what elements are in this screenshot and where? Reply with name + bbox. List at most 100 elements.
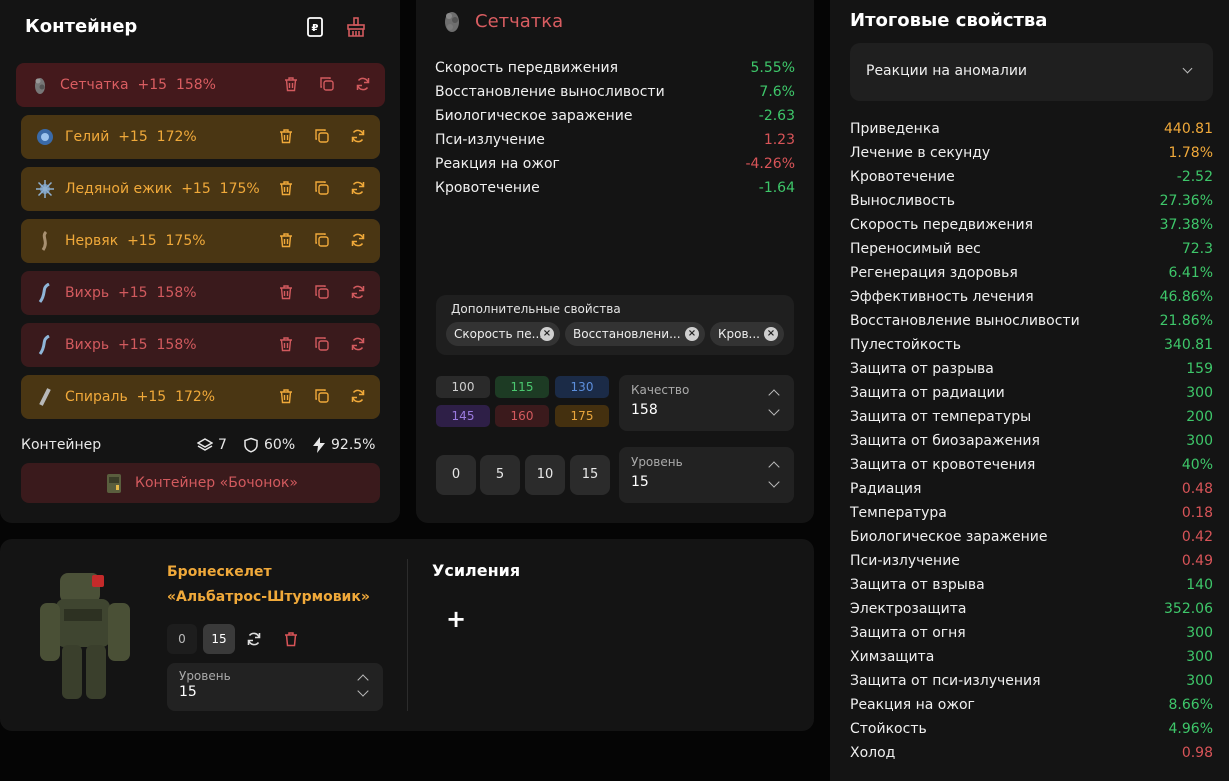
refresh-icon[interactable] (246, 631, 262, 651)
property-chip[interactable]: Скорость пе... × (446, 322, 560, 346)
chevron-up-icon[interactable] (768, 389, 780, 401)
price-tag-icon[interactable]: ₽ (304, 16, 326, 38)
refresh-icon[interactable] (350, 336, 366, 352)
stat-row: Скорость передвижения 5.55% (435, 56, 795, 80)
stat-row: Кровотечение -1.64 (435, 176, 795, 200)
artifact-slot[interactable]: Нервяк +15 175% (21, 219, 380, 263)
level-stepper[interactable]: Уровень 15 (619, 447, 794, 503)
chevron-up-icon[interactable] (357, 674, 369, 686)
stat-name: Биологическое заражение (435, 108, 633, 124)
artifact-slot[interactable]: Спираль +15 172% (21, 375, 380, 419)
armor-name: Бронескелет «Альбатрос-Штурмовик» (167, 564, 370, 605)
stat-name: Пулестойкость (850, 337, 962, 353)
stat-row: Переносимый вес 72.3 (850, 237, 1213, 261)
stat-name: Переносимый вес (850, 241, 981, 257)
copy-icon[interactable] (314, 336, 330, 352)
stat-name: Защита от биозаражения (850, 433, 1040, 449)
quality-preset-100[interactable]: 100 (436, 376, 490, 398)
armor-level-value[interactable]: 15 (179, 684, 197, 700)
artifact-slot[interactable]: Ледяной ежик +15 175% (21, 167, 380, 211)
copy-icon[interactable] (314, 284, 330, 300)
spiral-artifact-icon (35, 387, 55, 407)
quality-preset-175[interactable]: 175 (555, 405, 609, 427)
container-select-button[interactable]: Контейнер «Бочонок» (21, 463, 380, 503)
stat-name: Кровотечение (850, 169, 955, 185)
stat-value: 37.38% (1159, 217, 1213, 233)
armor-level-0-button[interactable]: 0 (167, 624, 197, 654)
level-preset-0[interactable]: 0 (436, 455, 476, 495)
property-chip[interactable]: Кров... × (710, 322, 784, 346)
copy-icon[interactable] (314, 180, 330, 196)
artifact-slot[interactable]: Сетчатка +15 158% (16, 63, 385, 107)
level-preset-10[interactable]: 10 (525, 455, 565, 495)
stat-name: Химзащита (850, 649, 935, 665)
stat-name: Защита от огня (850, 625, 966, 641)
copy-icon[interactable] (319, 76, 335, 92)
copy-icon[interactable] (314, 232, 330, 248)
chevron-up-icon[interactable] (768, 461, 780, 473)
trash-icon[interactable] (278, 128, 294, 144)
quality-preset-160[interactable]: 160 (495, 405, 549, 427)
quality-preset-130[interactable]: 130 (555, 376, 609, 398)
stat-value: 300 (1186, 625, 1213, 641)
trash-icon[interactable] (283, 76, 299, 92)
stat-row: Лечение в секунду 1.78% (850, 141, 1213, 165)
stat-row: Скорость передвижения 37.38% (850, 213, 1213, 237)
stat-name: Лечение в секунду (850, 145, 991, 161)
refresh-icon[interactable] (350, 128, 366, 144)
refresh-icon[interactable] (355, 76, 371, 92)
stat-value: 340.81 (1164, 337, 1213, 353)
add-boost-button[interactable]: + (446, 605, 466, 633)
remove-chip-icon[interactable]: × (540, 327, 554, 341)
stat-value: 0.49 (1181, 553, 1213, 569)
copy-icon[interactable] (314, 388, 330, 404)
quality-stepper[interactable]: Качество 158 (619, 375, 794, 431)
armor-level-stepper[interactable]: Уровень 15 (167, 663, 383, 711)
refresh-icon[interactable] (350, 180, 366, 196)
chevron-down-icon[interactable] (768, 404, 780, 416)
stat-name: Восстановление выносливости (435, 84, 665, 100)
stat-row: Температура 0.18 (850, 501, 1213, 525)
stat-value: 200 (1186, 409, 1213, 425)
stat-row: Химзащита 300 (850, 645, 1213, 669)
chevron-down-icon[interactable] (357, 685, 369, 697)
refresh-icon[interactable] (350, 284, 366, 300)
chevron-down-icon[interactable] (768, 476, 780, 488)
shield-icon (244, 437, 258, 453)
quality-value[interactable]: 158 (631, 402, 658, 418)
trash-icon[interactable] (278, 284, 294, 300)
stat-name: Температура (850, 505, 947, 521)
level-preset-5[interactable]: 5 (480, 455, 520, 495)
property-chip[interactable]: Восстановлени... × (565, 322, 705, 346)
stat-name: Холод (850, 745, 896, 761)
refresh-icon[interactable] (350, 388, 366, 404)
remove-chip-icon[interactable]: × (764, 327, 778, 341)
trash-icon[interactable] (283, 631, 299, 651)
artifact-slot[interactable]: Вихрь +15 158% (21, 271, 380, 315)
broom-clear-icon[interactable] (345, 16, 367, 38)
container-efficiency: 92.5% (331, 437, 376, 453)
trash-icon[interactable] (278, 336, 294, 352)
armor-level-15-button[interactable]: 15 (203, 624, 235, 654)
copy-icon[interactable] (314, 128, 330, 144)
quality-preset-145[interactable]: 145 (436, 405, 490, 427)
stat-name: Реакция на ожог (850, 697, 975, 713)
stat-name: Биологическое заражение (850, 529, 1048, 545)
trash-icon[interactable] (278, 232, 294, 248)
chevron-down-icon[interactable] (1182, 63, 1193, 74)
artifact-slot[interactable]: Гелий +15 172% (21, 115, 380, 159)
level-value[interactable]: 15 (631, 474, 649, 490)
artifact-slot-label: Сетчатка +15 158% (60, 77, 216, 93)
refresh-icon[interactable] (350, 232, 366, 248)
stat-value: 300 (1186, 673, 1213, 689)
category-dropdown[interactable]: Реакции на аномалии (850, 43, 1213, 101)
trash-icon[interactable] (278, 180, 294, 196)
trash-icon[interactable] (278, 388, 294, 404)
artifact-slot[interactable]: Вихрь +15 158% (21, 323, 380, 367)
remove-chip-icon[interactable]: × (685, 327, 699, 341)
stat-value: 1.23 (763, 132, 795, 148)
quality-preset-115[interactable]: 115 (495, 376, 549, 398)
level-preset-15[interactable]: 15 (570, 455, 610, 495)
stat-value: 46.86% (1159, 289, 1213, 305)
stat-name: Скорость передвижения (435, 60, 618, 76)
